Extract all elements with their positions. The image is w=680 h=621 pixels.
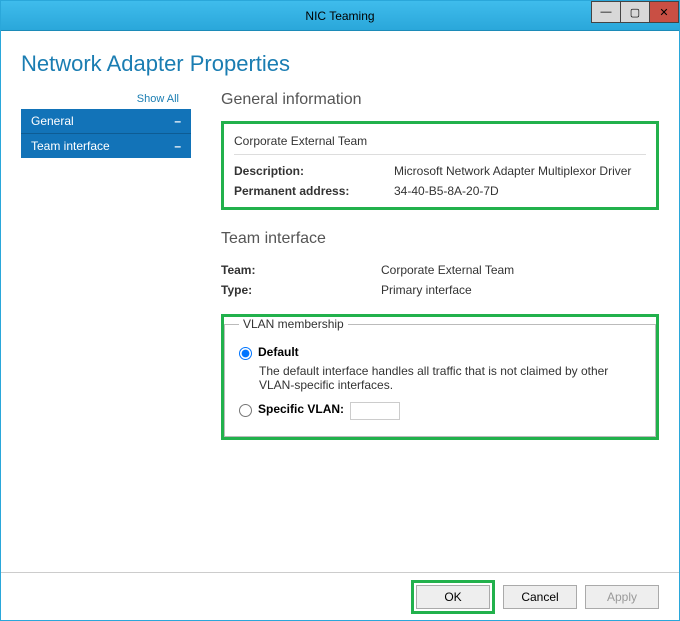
prop-value: Microsoft Network Adapter Multiplexor Dr…: [394, 164, 631, 178]
sidebar-item-general[interactable]: General –: [21, 109, 191, 133]
maximize-button[interactable]: ▢: [620, 1, 650, 23]
general-info-box: Corporate External Team Description: Mic…: [221, 121, 659, 210]
vlan-radio-specific[interactable]: [239, 404, 252, 417]
sidebar: Show All General – Team interface –: [21, 91, 191, 572]
vlan-fieldset: VLAN membership Default The default inte…: [224, 317, 656, 437]
prop-label: Permanent address:: [234, 184, 394, 198]
prop-value: Primary interface: [381, 283, 472, 297]
prop-row-permanent-address: Permanent address: 34-40-B5-8A-20-7D: [234, 181, 646, 201]
prop-row-team: Team: Corporate External Team: [221, 260, 659, 280]
vlan-specific-input[interactable]: [350, 402, 400, 420]
sidebar-item-label: General: [31, 114, 74, 128]
title-bar: NIC Teaming — ▢ ✕: [1, 1, 679, 31]
minimize-button[interactable]: —: [591, 1, 621, 23]
vlan-radio-default[interactable]: [239, 347, 252, 360]
collapse-icon: –: [174, 114, 181, 128]
adapter-name: Corporate External Team: [234, 130, 646, 155]
close-button[interactable]: ✕: [649, 1, 679, 23]
sidebar-item-team-interface[interactable]: Team interface –: [21, 133, 191, 158]
apply-button[interactable]: Apply: [585, 585, 659, 609]
prop-value: 34-40-B5-8A-20-7D: [394, 184, 499, 198]
page-title: Network Adapter Properties: [21, 51, 659, 77]
show-all-link[interactable]: Show All: [21, 91, 191, 109]
sidebar-item-label: Team interface: [31, 139, 110, 153]
content-area: Network Adapter Properties Show All Gene…: [1, 31, 679, 572]
main-panel: General information Corporate External T…: [191, 91, 659, 572]
prop-row-description: Description: Microsoft Network Adapter M…: [234, 161, 646, 181]
prop-label: Team:: [221, 263, 381, 277]
body-row: Show All General – Team interface – Gene…: [21, 91, 659, 572]
vlan-radio-specific-label: Specific VLAN:: [258, 402, 344, 416]
window-title: NIC Teaming: [305, 9, 374, 23]
window-controls: — ▢ ✕: [592, 1, 679, 23]
vlan-legend: VLAN membership: [239, 317, 348, 331]
vlan-radio-default-row[interactable]: Default: [239, 345, 641, 360]
vlan-default-description: The default interface handles all traffi…: [259, 364, 619, 392]
dialog-footer: OK Cancel Apply: [1, 572, 679, 620]
vlan-specific-text: Specific VLAN:: [258, 402, 344, 416]
prop-label: Description:: [234, 164, 394, 178]
ok-button[interactable]: OK: [416, 585, 490, 609]
prop-value: Corporate External Team: [381, 263, 514, 277]
collapse-icon: –: [174, 139, 181, 153]
cancel-button[interactable]: Cancel: [503, 585, 577, 609]
prop-row-type: Type: Primary interface: [221, 280, 659, 300]
prop-label: Type:: [221, 283, 381, 297]
vlan-box-highlight: VLAN membership Default The default inte…: [221, 314, 659, 440]
ok-button-highlight: OK: [411, 580, 495, 614]
vlan-radio-default-label: Default: [258, 345, 299, 359]
team-interface-props: Team: Corporate External Team Type: Prim…: [221, 260, 659, 300]
section-heading-general: General information: [221, 91, 659, 109]
vlan-radio-specific-row[interactable]: Specific VLAN:: [239, 402, 641, 420]
section-heading-team-interface: Team interface: [221, 230, 659, 248]
